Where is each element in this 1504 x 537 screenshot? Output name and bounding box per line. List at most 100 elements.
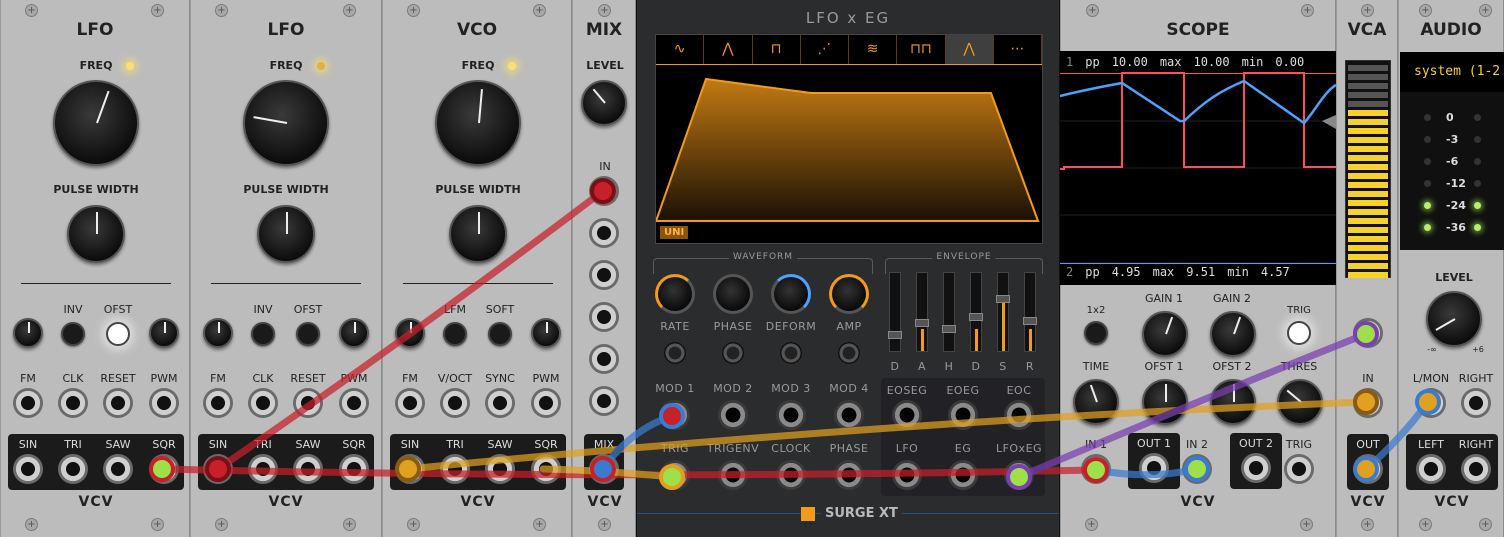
ofst-button[interactable] (106, 322, 130, 346)
inv-button[interactable] (251, 322, 275, 346)
reset-input-jack[interactable] (293, 388, 323, 418)
in-jack-1[interactable] (589, 176, 619, 206)
out2-jack[interactable] (1241, 453, 1271, 483)
rate-knob[interactable] (655, 274, 695, 314)
right-in-jack[interactable] (1461, 388, 1491, 418)
eoeg-jack[interactable] (948, 400, 978, 430)
fm-attenuator-knob[interactable] (395, 318, 425, 348)
sqr-output-jack[interactable] (149, 454, 179, 484)
pwm-input-jack[interactable] (339, 388, 369, 418)
tri-output-jack[interactable] (440, 454, 470, 484)
lfo-out-jack[interactable] (892, 460, 922, 490)
pulse-width-knob[interactable] (449, 205, 507, 263)
pwm-attenuator-knob[interactable] (531, 318, 561, 348)
phase-jack[interactable] (834, 460, 864, 490)
square-wave-icon[interactable]: ⊓ (753, 35, 801, 64)
mod2-jack[interactable] (718, 400, 748, 430)
out1-jack[interactable] (1139, 453, 1169, 483)
gain2-knob[interactable] (1210, 311, 1256, 357)
trigenv-jack[interactable] (718, 460, 748, 490)
sustain-fader[interactable] (996, 272, 1010, 352)
decay-fader[interactable] (969, 272, 983, 352)
in-jack-5[interactable] (589, 344, 619, 374)
soft-button[interactable] (488, 322, 512, 346)
amp-mod-knob[interactable] (838, 342, 860, 364)
pwm-attenuator-knob[interactable] (339, 318, 369, 348)
saw-output-jack[interactable] (293, 454, 323, 484)
x12-button[interactable] (1084, 321, 1108, 345)
rate-mod-knob[interactable] (664, 342, 686, 364)
in2-jack[interactable] (1182, 454, 1212, 484)
pwm-input-jack[interactable] (531, 388, 561, 418)
step-seq-icon[interactable]: ⋯ (994, 35, 1042, 64)
ofst2-knob[interactable] (1210, 379, 1256, 425)
clk-input-jack[interactable] (58, 388, 88, 418)
time-knob[interactable] (1073, 379, 1119, 425)
mod1-jack[interactable] (660, 400, 690, 430)
deform-knob[interactable] (771, 274, 811, 314)
tri-output-jack[interactable] (248, 454, 278, 484)
mod4-jack[interactable] (834, 400, 864, 430)
in-jack-4[interactable] (589, 302, 619, 332)
envelope-wave-icon[interactable]: ⋀ (945, 35, 994, 64)
fm-input-jack[interactable] (13, 388, 43, 418)
hold-fader[interactable] (942, 272, 956, 352)
lmon-jack[interactable] (1416, 388, 1446, 418)
trig-jack[interactable] (660, 460, 690, 490)
fm-input-jack[interactable] (203, 388, 233, 418)
cv-jack[interactable] (1353, 318, 1383, 348)
sync-input-jack[interactable] (485, 388, 515, 418)
in1-jack[interactable] (1081, 454, 1111, 484)
trig-in-jack[interactable] (1284, 454, 1314, 484)
unipolar-toggle[interactable]: UNI (660, 226, 689, 239)
ofst-button[interactable] (296, 322, 320, 346)
attack-fader[interactable] (915, 272, 929, 352)
lfm-button[interactable] (443, 322, 467, 346)
fm-attenuator-knob[interactable] (13, 318, 43, 348)
level-knob[interactable] (581, 80, 627, 126)
phase-mod-knob[interactable] (722, 342, 744, 364)
saw-output-jack[interactable] (103, 454, 133, 484)
eg-out-jack[interactable] (948, 460, 978, 490)
in-jack-3[interactable] (589, 260, 619, 290)
amp-knob[interactable] (829, 274, 869, 314)
pwm-input-jack[interactable] (149, 388, 179, 418)
saw-output-jack[interactable] (485, 454, 515, 484)
eoseg-jack[interactable] (892, 400, 922, 430)
sin-output-jack[interactable] (13, 454, 43, 484)
out-jack[interactable] (1353, 454, 1383, 484)
release-fader[interactable] (1023, 272, 1037, 352)
thres-knob[interactable] (1277, 379, 1323, 425)
lfoxeg-out-jack[interactable] (1004, 460, 1034, 490)
left-out-jack[interactable] (1416, 454, 1446, 484)
eoc-jack[interactable] (1004, 400, 1034, 430)
in-jack[interactable] (1353, 388, 1383, 418)
in-jack-2[interactable] (589, 218, 619, 248)
in-jack-6[interactable] (589, 386, 619, 416)
sine-wave-icon[interactable]: ∿ (656, 35, 705, 64)
sqr-output-jack[interactable] (531, 454, 561, 484)
deform-mod-knob[interactable] (780, 342, 802, 364)
mix-output-jack[interactable] (589, 454, 619, 484)
right-out-jack[interactable] (1461, 454, 1491, 484)
sample-hold-icon[interactable]: ⊓⊓ (897, 35, 946, 64)
voct-input-jack[interactable] (440, 388, 470, 418)
clock-jack[interactable] (776, 460, 806, 490)
freq-knob[interactable] (243, 80, 329, 166)
freq-knob[interactable] (53, 80, 139, 166)
pwm-attenuator-knob[interactable] (149, 318, 179, 348)
inv-button[interactable] (61, 322, 85, 346)
sin-output-jack[interactable] (395, 454, 425, 484)
gain1-knob[interactable] (1142, 311, 1188, 357)
pulse-width-knob[interactable] (67, 205, 125, 263)
noise-wave-icon[interactable]: ≋ (849, 35, 898, 64)
fm-attenuator-knob[interactable] (203, 318, 233, 348)
freq-knob[interactable] (435, 80, 521, 166)
clk-input-jack[interactable] (248, 388, 278, 418)
pulse-width-knob[interactable] (257, 205, 315, 263)
tri-output-jack[interactable] (58, 454, 88, 484)
phase-knob[interactable] (713, 274, 753, 314)
sqr-output-jack[interactable] (339, 454, 369, 484)
reset-input-jack[interactable] (103, 388, 133, 418)
triangle-wave-icon[interactable]: ⋀ (704, 35, 753, 64)
